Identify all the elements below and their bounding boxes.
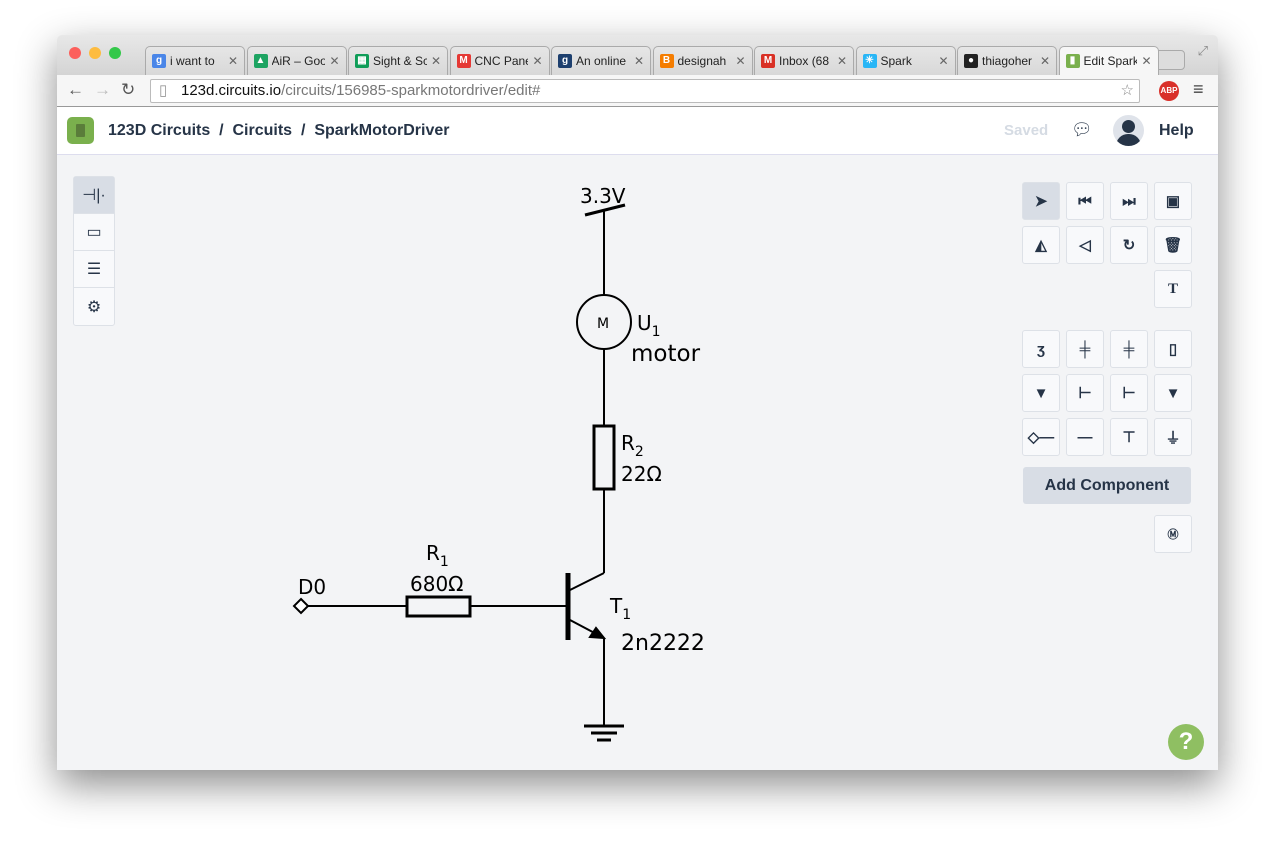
tab-title: Edit Spark bbox=[1083, 54, 1138, 68]
cursor-icon: ➤ bbox=[1034, 193, 1048, 210]
step-forward-button[interactable]: ⏭ bbox=[1110, 182, 1148, 220]
add-component-button[interactable]: Add Component bbox=[1023, 467, 1191, 504]
resistor-icon: ▯ bbox=[1168, 341, 1178, 358]
led-icon: ▼ bbox=[1033, 384, 1049, 402]
inductor-icon: ʒ bbox=[1037, 340, 1045, 358]
port-icon: ◇— bbox=[1027, 429, 1055, 446]
supply-icon: ⊤ bbox=[1122, 429, 1136, 446]
r2-value: 22Ω bbox=[621, 462, 662, 486]
npn-transistor-icon: ⊢ bbox=[1122, 385, 1136, 402]
favicon-icon: ▮ bbox=[1065, 54, 1080, 68]
capacitor-button[interactable]: ╪ bbox=[1110, 330, 1148, 368]
r1-ref: R1 bbox=[426, 541, 449, 570]
transistor-collector bbox=[569, 572, 605, 591]
trash-icon: 🗑︎ bbox=[1163, 237, 1183, 254]
motor-symbol-letter: M bbox=[597, 316, 609, 332]
ground-icon: ⏚ bbox=[1165, 429, 1181, 447]
rotate-button[interactable]: ↻ bbox=[1110, 226, 1148, 264]
pnp-transistor-button[interactable]: ⊢ bbox=[1066, 374, 1104, 412]
port-button[interactable]: ◇— bbox=[1022, 418, 1060, 456]
flip-horizontal-button[interactable]: ◭ bbox=[1022, 226, 1060, 264]
emitter-arrow bbox=[588, 626, 607, 640]
npn-transistor-button[interactable]: ⊢ bbox=[1110, 374, 1148, 412]
wire-icon: — bbox=[1077, 428, 1093, 446]
r1-value: 680Ω bbox=[410, 572, 463, 596]
fit-view-button[interactable]: ▣ bbox=[1154, 182, 1192, 220]
supply-button[interactable]: ⊤ bbox=[1110, 418, 1148, 456]
supply-label: 3.3V bbox=[580, 184, 626, 208]
text-tool-button[interactable]: T bbox=[1154, 270, 1192, 308]
motor-ref: U1 bbox=[637, 311, 661, 340]
r2-ref: R2 bbox=[621, 431, 644, 460]
resistor-r2[interactable] bbox=[592, 424, 616, 491]
flip-horizontal-icon: ◭ bbox=[1035, 237, 1047, 254]
rotate-icon: ↻ bbox=[1122, 237, 1136, 254]
inductor-button[interactable]: ʒ bbox=[1022, 330, 1060, 368]
fit-screen-icon: ▣ bbox=[1165, 193, 1181, 210]
ground-button[interactable]: ⏚ bbox=[1154, 418, 1192, 456]
capacitor-icon: ╪ bbox=[1123, 340, 1135, 358]
wire-button[interactable]: — bbox=[1066, 418, 1104, 456]
led-button[interactable]: ▼ bbox=[1022, 374, 1060, 412]
polarized-capacitor-icon: ╪ bbox=[1079, 340, 1091, 358]
resistor-r1[interactable] bbox=[405, 595, 472, 618]
polarized-capacitor-button[interactable]: ╪ bbox=[1066, 330, 1104, 368]
delete-button[interactable]: 🗑︎ bbox=[1154, 226, 1192, 264]
t1-ref: T1 bbox=[609, 594, 631, 623]
t1-value: 2n2222 bbox=[621, 631, 705, 656]
close-tab-icon[interactable]: ✕ bbox=[1141, 54, 1151, 68]
input-port-d0[interactable] bbox=[292, 597, 310, 615]
diode-icon: ▼ bbox=[1165, 384, 1181, 402]
help-bubble-button[interactable]: ? bbox=[1168, 724, 1204, 760]
flip-vertical-icon: ◁ bbox=[1079, 237, 1091, 254]
select-tool-button[interactable]: ➤ bbox=[1022, 182, 1060, 220]
step-back-button[interactable]: ⏮ bbox=[1066, 182, 1104, 220]
skip-back-icon: ⏮ bbox=[1078, 192, 1092, 210]
motor-component-button[interactable]: Ⓜ bbox=[1154, 515, 1192, 553]
motor-icon: Ⓜ bbox=[1167, 529, 1179, 541]
skip-forward-icon: ⏭ bbox=[1122, 192, 1136, 210]
pnp-transistor-icon: ⊢ bbox=[1078, 385, 1092, 402]
input-label: D0 bbox=[298, 575, 326, 599]
flip-vertical-button[interactable]: ◁ bbox=[1066, 226, 1104, 264]
resistor-button[interactable]: ▯ bbox=[1154, 330, 1192, 368]
motor-value: motor bbox=[631, 341, 701, 367]
diode-button[interactable]: ▼ bbox=[1154, 374, 1192, 412]
browser-tab[interactable]: ▮ Edit Spark ✕ bbox=[1058, 46, 1159, 75]
